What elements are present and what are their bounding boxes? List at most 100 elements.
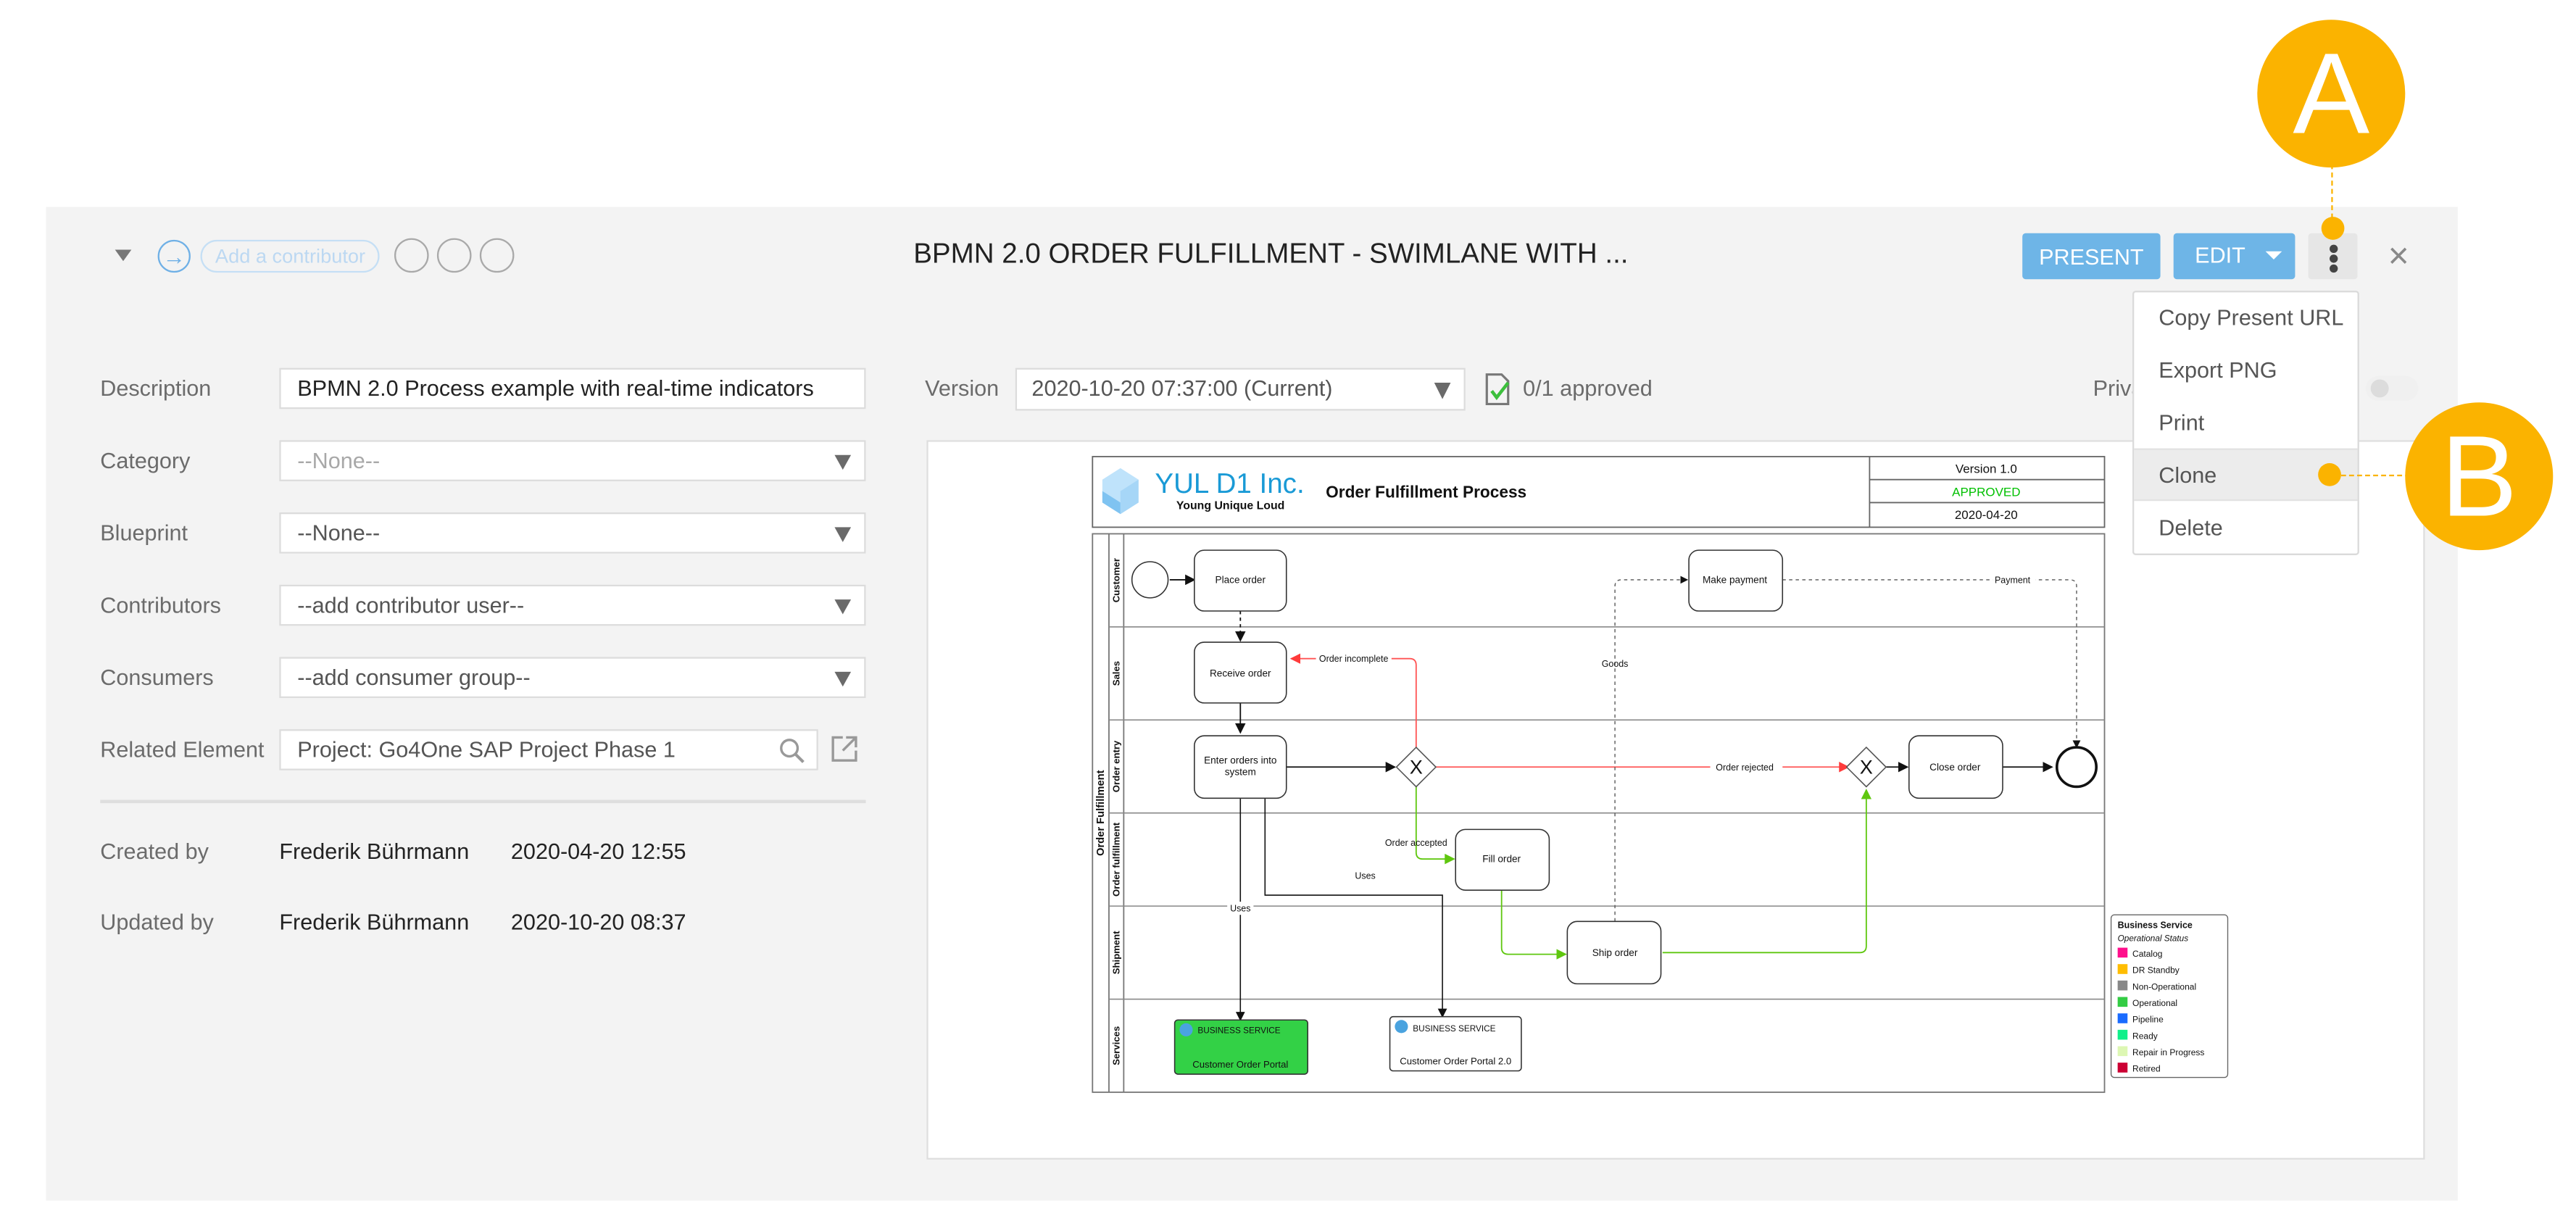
label-order-accepted: Order accepted — [1385, 838, 1447, 848]
updated-date: 2020-10-20 08:37 — [510, 910, 686, 935]
avatar-placeholder[interactable] — [394, 238, 429, 273]
blueprint-select[interactable]: --None-- — [279, 512, 866, 554]
menu-item-print[interactable]: Print — [2134, 397, 2357, 450]
contributors-value: --add contributor user-- — [297, 593, 525, 618]
dropdown-triangle-icon — [834, 599, 852, 615]
callout-a-marker — [2321, 217, 2345, 240]
company-tagline: Young Unique Loud — [1176, 499, 1284, 512]
consumers-select[interactable]: --add consumer group-- — [279, 657, 866, 699]
related-element-field[interactable]: Project: Go4One SAP Project Phase 1 — [279, 729, 818, 770]
divider — [100, 799, 866, 802]
legend-label: Repair in Progress — [2132, 1047, 2204, 1057]
version-label: Version — [925, 375, 1000, 401]
edit-dropdown-caret-icon[interactable] — [2265, 251, 2282, 260]
task-ship-order-label: Ship order — [1592, 947, 1638, 958]
dropdown-triangle-icon — [834, 527, 852, 542]
close-icon: × — [2388, 235, 2409, 276]
contributors-select[interactable]: --add contributor user-- — [279, 584, 866, 626]
version-value: 2020-10-20 07:37:00 (Current) — [1031, 375, 1333, 401]
service-name: Customer Order Portal 2.0 — [1400, 1055, 1511, 1066]
category-select[interactable]: --None-- — [279, 440, 866, 481]
legend-label: Non-Operational — [2132, 981, 2196, 992]
kebab-dot-icon — [2330, 264, 2338, 273]
more-options-menu: Copy Present URL Export PNG Print Clone … — [2132, 291, 2359, 555]
diagram-header: YUL D1 Inc. Young Unique Loud Order Fulf… — [1092, 456, 2106, 528]
related-element-label: Related Element — [100, 737, 265, 762]
search-icon[interactable] — [778, 737, 805, 763]
menu-item-copy-present-url[interactable]: Copy Present URL — [2134, 292, 2357, 345]
task-fill-order-label: Fill order — [1482, 854, 1521, 865]
related-element-value: Project: Go4One SAP Project Phase 1 — [297, 737, 676, 762]
callout-a: A — [2257, 20, 2406, 168]
edit-label: EDIT — [2195, 243, 2245, 268]
menu-item-delete[interactable]: Delete — [2134, 502, 2357, 555]
consumers-value: --add consumer group-- — [297, 665, 531, 690]
lane-label: Shipment — [1111, 931, 1122, 974]
legend-title: Business Service — [2118, 920, 2193, 930]
label-uses-1: Uses — [1230, 904, 1250, 914]
business-service-icon — [1395, 1020, 1408, 1034]
avatar-placeholder[interactable] — [436, 238, 472, 273]
legend-label: DR Standby — [2132, 965, 2180, 976]
legend-swatch — [2117, 1046, 2128, 1057]
version-select[interactable]: 2020-10-20 07:37:00 (Current) — [1015, 367, 1466, 411]
task-close-order-label: Close order — [1929, 762, 1981, 773]
legend-swatch — [2117, 997, 2128, 1007]
lane-label: Customer — [1111, 558, 1122, 602]
arrow-glyph: → — [162, 243, 186, 270]
label-payment: Payment — [1995, 575, 2031, 585]
page-title: BPMN 2.0 ORDER FULFILLMENT - SWIMLANE WI… — [913, 238, 1629, 270]
diagram-version: Version 1.0 — [1956, 462, 2017, 476]
task-make-payment-label: Make payment — [1703, 574, 1767, 585]
private-toggle[interactable] — [2365, 375, 2419, 401]
description-value: BPMN 2.0 Process example with real-time … — [297, 375, 814, 401]
kebab-dot-icon — [2330, 254, 2338, 263]
category-value: --None-- — [297, 448, 381, 473]
start-event — [1131, 561, 1169, 599]
gateway-x-icon: X — [1860, 755, 1873, 778]
close-button[interactable]: × — [2382, 237, 2415, 273]
task-enter-orders-label-2: system — [1225, 767, 1256, 778]
created-date: 2020-04-20 12:55 — [510, 839, 686, 864]
task-place-order-label: Place order — [1216, 574, 1266, 585]
collapse-caret-icon[interactable] — [115, 249, 132, 262]
legend-swatch — [2117, 1013, 2128, 1023]
lane-label: Services — [1111, 1026, 1122, 1065]
category-label: Category — [100, 448, 191, 473]
service-type: BUSINESS SERVICE — [1197, 1026, 1280, 1035]
avatar-placeholder[interactable] — [479, 238, 515, 273]
task-receive-order-label: Receive order — [1210, 668, 1271, 679]
more-options-button[interactable] — [2308, 233, 2358, 280]
open-external-icon[interactable] — [830, 734, 860, 764]
legend-swatch — [2117, 1029, 2128, 1040]
legend-label: Pipeline — [2132, 1015, 2164, 1025]
description-label: Description — [100, 375, 212, 401]
diagram-status: APPROVED — [1952, 485, 2020, 499]
updated-by-label: Updated by — [100, 910, 214, 935]
toggle-knob — [2370, 379, 2389, 398]
created-by-label: Created by — [100, 839, 209, 864]
label-order-incomplete: Order incomplete — [1319, 654, 1389, 664]
label-uses-2: Uses — [1355, 870, 1375, 881]
process-title: Order Fulfillment Process — [1326, 483, 1526, 502]
edit-button[interactable]: EDIT — [2173, 233, 2295, 280]
approval-status: 0/1 approved — [1523, 375, 1653, 401]
dropdown-triangle-icon — [1434, 383, 1451, 399]
updated-by-user: Frederik Bührmann — [279, 910, 470, 935]
description-field[interactable]: BPMN 2.0 Process example with real-time … — [279, 367, 866, 410]
created-by-user: Frederik Bührmann — [279, 839, 470, 864]
blueprint-value: --None-- — [297, 520, 381, 546]
end-event — [2055, 746, 2098, 789]
diagram-date: 2020-04-20 — [1955, 508, 2018, 522]
menu-item-export-png[interactable]: Export PNG — [2134, 345, 2357, 398]
legend: Business Service Operational Status Cata… — [2110, 914, 2229, 1078]
add-contributor-input[interactable]: Add a contributor — [200, 239, 381, 273]
lane-label: Order fulfillment — [1111, 822, 1122, 897]
task-enter-orders-label-1: Enter orders into — [1204, 755, 1276, 766]
lane-label: Order entry — [1111, 740, 1122, 792]
legend-label: Ready — [2132, 1031, 2158, 1041]
present-button[interactable]: PRESENT — [2022, 233, 2161, 280]
label-order-rejected: Order rejected — [1716, 762, 1774, 773]
company-name: YUL D1 Inc. — [1155, 468, 1304, 499]
arrow-right-circle-icon[interactable]: → — [157, 239, 191, 273]
